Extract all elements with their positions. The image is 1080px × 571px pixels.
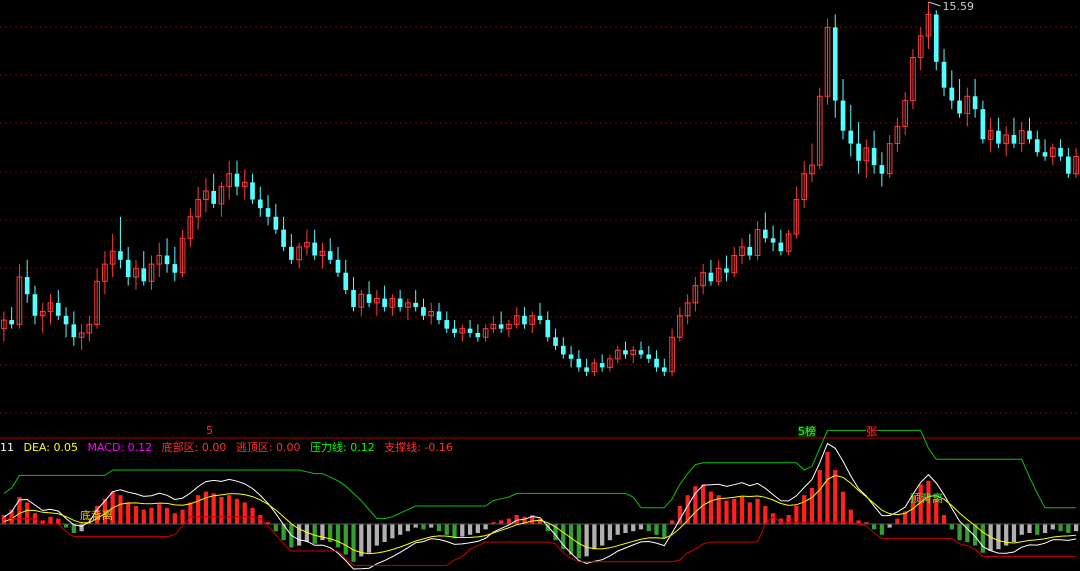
candle-body-down bbox=[32, 294, 38, 316]
candle-body-down bbox=[537, 315, 543, 321]
candle-body-down bbox=[63, 315, 69, 325]
candle-body-down bbox=[71, 324, 77, 338]
candle-body-down bbox=[343, 272, 349, 290]
candle-body-down bbox=[475, 332, 481, 338]
candle-body-down bbox=[770, 238, 776, 243]
candle-body-down bbox=[522, 315, 527, 325]
candle-body-down bbox=[832, 27, 838, 101]
candle-body-down bbox=[584, 367, 589, 372]
candle-body-down bbox=[568, 354, 574, 359]
candle-body-down bbox=[661, 367, 667, 372]
candle-body-down bbox=[9, 320, 14, 325]
high-price-label: 15.59 bbox=[942, 0, 974, 13]
dea-label: DEA: 0.05 bbox=[23, 441, 78, 454]
candle-body-down bbox=[1058, 147, 1063, 157]
stock-chart[interactable]: 15.59 bbox=[0, 0, 1080, 571]
candle-body-down bbox=[941, 61, 947, 88]
candle-body-down bbox=[335, 259, 341, 273]
candle-body-down bbox=[289, 246, 294, 260]
candle-body-down bbox=[265, 208, 271, 217]
candle-body-down bbox=[312, 242, 318, 256]
candle-body-down bbox=[366, 294, 372, 303]
candle-body-down bbox=[452, 328, 457, 333]
lower-tag-bottom-divergence: 底背离 bbox=[80, 509, 113, 522]
candle-body-down bbox=[980, 109, 986, 140]
candle-body-down bbox=[257, 199, 263, 209]
candle-body-down bbox=[125, 259, 131, 278]
candle-body-down bbox=[382, 298, 387, 308]
macd-label: MACD: 0.12 bbox=[87, 441, 153, 454]
candle-body-down bbox=[553, 337, 558, 346]
pressure-line-label: 压力线: 0.12 bbox=[310, 441, 375, 454]
candle-body-down bbox=[879, 165, 885, 174]
candle-body-down bbox=[996, 130, 1001, 144]
candle-body-down bbox=[436, 311, 442, 321]
candle-body-down bbox=[972, 96, 978, 110]
candle-body-down bbox=[933, 14, 939, 62]
candle-body-down bbox=[281, 229, 286, 247]
candle-body-down bbox=[211, 190, 216, 204]
candle-body-down bbox=[778, 242, 784, 252]
candle-body-down bbox=[1066, 156, 1071, 174]
candle-body-down bbox=[638, 350, 644, 355]
candle-body-down bbox=[762, 229, 768, 239]
candle-body-down bbox=[871, 147, 877, 166]
candle-body-down bbox=[250, 182, 255, 200]
candle-body-down bbox=[1011, 134, 1017, 144]
indicator-prefix: 11 bbox=[0, 441, 14, 454]
candle-body-down bbox=[351, 289, 356, 308]
candle-body-down bbox=[724, 268, 729, 273]
candle-body-down bbox=[55, 302, 61, 316]
mark-right-green: 5榜 bbox=[798, 425, 816, 438]
candle-body-down bbox=[397, 298, 403, 308]
candle-body-down bbox=[623, 350, 628, 355]
candle-body-down bbox=[444, 320, 450, 329]
candle-body-down bbox=[413, 302, 419, 308]
candle-body-down bbox=[118, 251, 123, 260]
candle-body-down bbox=[957, 100, 962, 114]
top-escape-label: 逃顶区: 0.00 bbox=[235, 441, 301, 454]
indicator-legend: 11 DEA: 0.05 MACD: 0.12 底部区: 0.00 逃顶区: 0… bbox=[0, 440, 459, 456]
candle-body-down bbox=[164, 255, 170, 265]
candle-body-down bbox=[141, 268, 147, 282]
candle-body-down bbox=[467, 328, 473, 333]
candle-body-down bbox=[856, 143, 861, 161]
candle-body-down bbox=[234, 173, 240, 187]
lower-tag-top-divergence: 顶背离 bbox=[910, 492, 943, 505]
bottom-zone-label: 底部区: 0.00 bbox=[161, 441, 227, 454]
candle-body-down bbox=[327, 251, 333, 260]
candle-body-down bbox=[24, 277, 30, 295]
candle-body-down bbox=[273, 216, 279, 230]
candle-body-down bbox=[599, 363, 605, 368]
candle-body-down bbox=[1034, 139, 1040, 153]
support-line-label: 支撑线: -0.16 bbox=[384, 441, 453, 454]
mark-right-red: 张 bbox=[866, 425, 877, 438]
candle-body-down bbox=[172, 264, 178, 273]
candle-body-down bbox=[747, 246, 753, 256]
candle-body-down bbox=[1027, 130, 1032, 140]
candle-body-down bbox=[560, 345, 566, 355]
mark-left: 5 bbox=[206, 424, 213, 437]
candle-body-down bbox=[654, 358, 659, 368]
candle-body-down bbox=[545, 320, 551, 338]
candle-body-down bbox=[840, 100, 846, 131]
candle-body-down bbox=[421, 307, 426, 316]
candle-body-down bbox=[646, 354, 652, 359]
candle-body-down bbox=[949, 87, 955, 101]
candle-body-down bbox=[708, 272, 714, 282]
candle-body-down bbox=[1042, 152, 1048, 157]
candle-body-down bbox=[848, 130, 854, 144]
candle-body-down bbox=[498, 324, 504, 329]
candle-body-down bbox=[576, 358, 582, 368]
high-pointer bbox=[928, 1, 941, 7]
